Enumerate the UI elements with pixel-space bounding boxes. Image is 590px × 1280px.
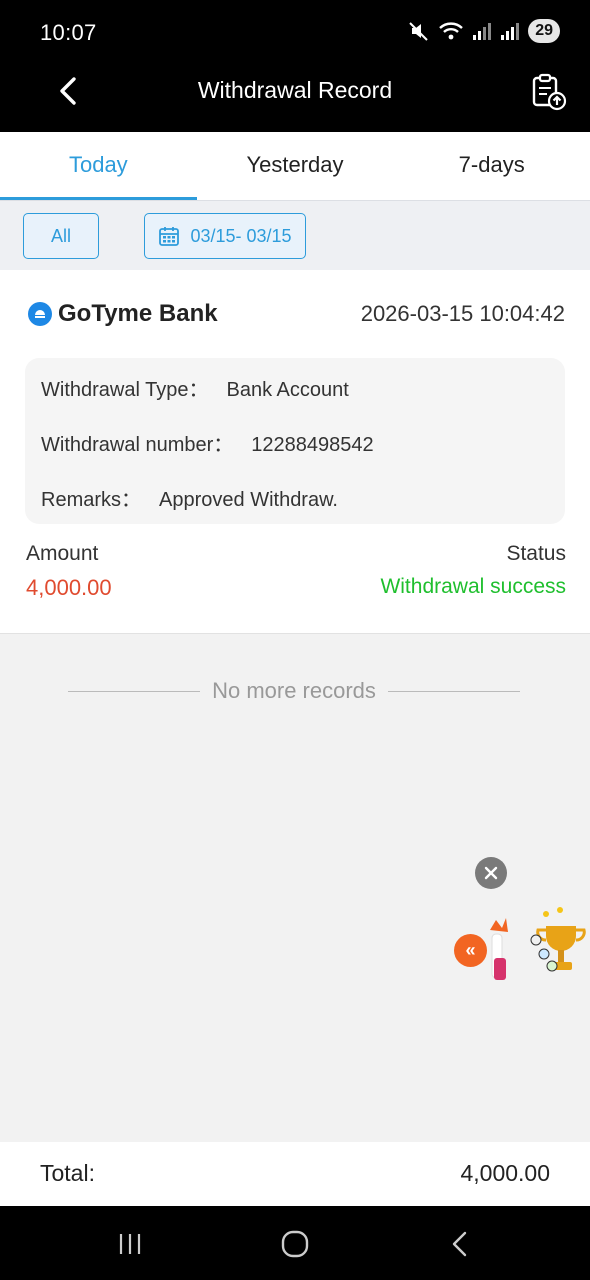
amount-value: 4,000.00: [26, 575, 112, 600]
status-time: 10:07: [40, 20, 97, 45]
divider: [387, 690, 520, 692]
withdrawal-record-card[interactable]: GoTyme Bank 2026-03-15 10:04:42 Withdraw…: [0, 270, 590, 634]
record-header: GoTyme Bank 2026-03-15 10:04:42: [28, 300, 565, 328]
filter-row: All 03/15- 03/15: [0, 200, 590, 270]
tab-7-days[interactable]: 7-days: [393, 132, 590, 200]
bank-logo-icon: [28, 302, 52, 326]
amount-label: Amount: [26, 542, 99, 565]
type-filter-button[interactable]: All: [23, 213, 99, 259]
detail-value: 12288498542: [251, 434, 374, 456]
date-range-button[interactable]: 03/15- 03/15: [144, 213, 306, 259]
promo-trophy-icon[interactable]: [486, 906, 590, 990]
status-bar: 10:07 29: [0, 0, 590, 64]
record-datetime: 2026-03-15 10:04:42: [360, 301, 565, 326]
battery-indicator: 29: [528, 19, 560, 43]
status-icons: 29: [408, 19, 560, 43]
system-nav-bar: [0, 1206, 590, 1280]
date-tabs: Today Yesterday 7-days: [0, 132, 590, 200]
close-icon: [484, 866, 498, 880]
list-end-text: No more records: [212, 678, 376, 703]
total-label: Total:: [40, 1160, 95, 1186]
tab-today[interactable]: Today: [0, 132, 197, 200]
clipboard-upload-icon[interactable]: [528, 72, 568, 112]
total-value: 4,000.00: [460, 1160, 550, 1186]
bank-name: GoTyme Bank: [58, 300, 218, 327]
detail-value: Bank Account: [226, 379, 349, 401]
page-title: Withdrawal Record: [197, 77, 393, 103]
wifi-icon: [439, 22, 464, 40]
detail-label: Remarks：: [41, 489, 142, 511]
bank-info: GoTyme Bank: [28, 300, 218, 328]
tab-yesterday[interactable]: Yesterday: [197, 132, 394, 200]
remarks-row: Remarks： Approved Withdraw.: [41, 483, 338, 512]
status-value: Withdrawal success: [380, 575, 566, 598]
detail-label: Withdrawal number：: [41, 434, 234, 456]
system-back-button[interactable]: [443, 1226, 479, 1262]
type-filter-label: All: [50, 225, 71, 246]
list-end-indicator: No more records: [68, 678, 520, 704]
divider: [68, 690, 201, 692]
date-range-label: 03/15- 03/15: [190, 225, 292, 246]
signal-icon: [473, 23, 492, 40]
signal-icon: [501, 23, 520, 40]
close-promo-button[interactable]: [475, 857, 507, 889]
calendar-icon: [159, 227, 180, 246]
double-chevron-left-icon: «: [465, 940, 476, 960]
detail-label: Withdrawal Type：: [41, 379, 209, 401]
expand-promo-button[interactable]: «: [454, 934, 487, 967]
withdrawal-type-row: Withdrawal Type： Bank Account: [41, 373, 349, 402]
status-label: Status: [506, 542, 566, 565]
record-details: Withdrawal Type： Bank Account Withdrawal …: [25, 358, 565, 524]
total-bar: Total: 4,000.00: [0, 1142, 590, 1206]
mute-icon: [409, 22, 428, 41]
home-button[interactable]: [277, 1226, 313, 1262]
detail-value: Approved Withdraw.: [159, 489, 338, 511]
app-header: Withdrawal Record: [0, 64, 590, 132]
withdrawal-number-row: Withdrawal number： 12288498542: [41, 428, 374, 457]
recent-apps-button[interactable]: [112, 1226, 148, 1262]
